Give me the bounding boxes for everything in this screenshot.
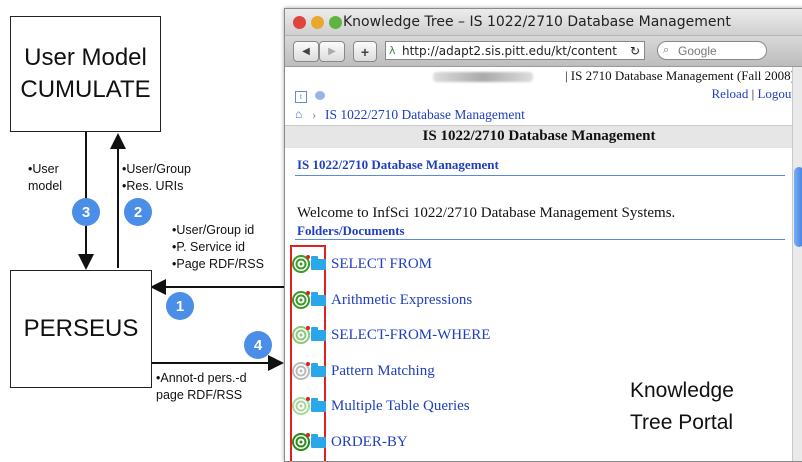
- toggle-icon[interactable]: t: [295, 91, 307, 103]
- browser-window: Knowledge Tree – IS 1022/2710 Database M…: [284, 8, 802, 462]
- perseus-title: PERSEUS: [23, 315, 139, 342]
- progress-highlight-box: [290, 245, 326, 461]
- minimize-button[interactable]: [311, 16, 324, 29]
- home-icon[interactable]: ⌂: [295, 107, 302, 122]
- folder-item-label[interactable]: SELECT-FROM-WHERE: [331, 327, 490, 344]
- reload-link[interactable]: Reload | Logout: [712, 86, 796, 102]
- portal-caption: Knowledge Tree Portal: [630, 375, 734, 439]
- search-placeholder: Google: [678, 43, 717, 58]
- vertical-scrollbar[interactable]: [792, 67, 802, 461]
- forward-button[interactable]: ▶: [319, 41, 345, 62]
- folder-icon: [311, 362, 326, 377]
- title-bar: Knowledge Tree – IS 1022/2710 Database M…: [285, 9, 802, 36]
- label-user-model: •User model: [28, 162, 63, 193]
- close-button[interactable]: [293, 16, 306, 29]
- page-title: IS 1022/2710 Database Management: [422, 128, 656, 144]
- label-request: •User/Group id •P. Service id •Page RDF/…: [172, 223, 264, 271]
- user-model-subtitle: CUMULATE: [20, 76, 151, 103]
- logout-link[interactable]: Logout: [757, 86, 795, 101]
- progress-target-icon: [292, 326, 310, 344]
- address-url: http://adapt2.sis.pitt.edu/kt/content: [402, 43, 617, 58]
- folder-item[interactable]: SELECT-FROM-WHERE: [311, 327, 490, 344]
- welcome-text: Welcome to InfSci 1022/2710 Database Man…: [297, 205, 676, 221]
- add-bookmark-button[interactable]: +: [353, 41, 377, 62]
- refresh-icon[interactable]: ↻: [630, 44, 640, 58]
- folder-icon: [311, 327, 326, 341]
- user-model-title: User Model: [24, 44, 147, 71]
- breadcrumb-chevron: ›: [312, 107, 317, 122]
- page-content: | IS 2710 Database Management (Fall 2008…: [285, 67, 802, 461]
- progress-target-icon: [292, 255, 310, 273]
- progress-target-icon: [292, 290, 310, 309]
- address-bar[interactable]: λ http://adapt2.sis.pitt.edu/kt/content …: [385, 41, 645, 60]
- back-button[interactable]: ◀: [293, 41, 319, 62]
- folder-item[interactable]: ORDER-BY: [311, 433, 408, 451]
- label-annotated: •Annot-d pers.-d page RDF/RSS: [156, 371, 247, 402]
- folder-item-label[interactable]: SELECT FROM: [331, 256, 432, 273]
- folder-item[interactable]: SELECT FROM: [311, 256, 432, 273]
- course-header: | IS 2710 Database Management (Fall 2008…: [564, 68, 795, 83]
- search-icon: ⌕: [663, 44, 670, 56]
- folder-icon: [311, 433, 326, 448]
- portal-caption-line1: Knowledge: [630, 379, 734, 402]
- badge-4: 4: [244, 331, 272, 359]
- folder-item[interactable]: Pattern Matching: [311, 362, 435, 380]
- folders-divider: [295, 239, 785, 240]
- breadcrumb[interactable]: IS 1022/2710 Database Management: [325, 107, 525, 123]
- badge-3: 3: [72, 198, 100, 226]
- folder-item[interactable]: Arithmetic Expressions: [311, 291, 472, 309]
- page-icon: λ: [389, 44, 396, 57]
- blurred-username: [433, 72, 533, 82]
- badge-1: 1: [166, 292, 194, 320]
- user-model-box: User Model CUMULATE: [10, 16, 161, 132]
- folder-icon: [311, 256, 326, 270]
- portal-caption-line2: Tree Portal: [630, 411, 734, 434]
- reload-link-text[interactable]: Reload: [712, 86, 749, 101]
- folder-item-label[interactable]: Arithmetic Expressions: [331, 292, 472, 309]
- folders-title[interactable]: Folders/Documents: [297, 223, 405, 239]
- section-title[interactable]: IS 1022/2710 Database Management: [297, 157, 499, 173]
- chat-icon[interactable]: [315, 91, 325, 100]
- folder-item-label[interactable]: Pattern Matching: [331, 363, 435, 380]
- perseus-box: PERSEUS: [10, 270, 152, 388]
- folder-item[interactable]: Multiple Table Queries: [311, 398, 470, 415]
- folder-item-label[interactable]: Multiple Table Queries: [331, 398, 470, 415]
- badge-2: 2: [124, 198, 152, 226]
- progress-target-icon: [292, 432, 310, 451]
- folder-item-label[interactable]: ORDER-BY: [331, 434, 408, 451]
- folder-icon: [311, 398, 326, 412]
- window-title: Knowledge Tree – IS 1022/2710 Database M…: [343, 14, 731, 30]
- progress-target-icon: [292, 397, 310, 415]
- toolbar: ◀ ▶ + λ http://adapt2.sis.pitt.edu/kt/co…: [285, 36, 802, 67]
- zoom-button[interactable]: [329, 16, 342, 29]
- section-divider: [295, 175, 785, 176]
- folder-icon: [311, 291, 326, 306]
- link-separator: |: [751, 86, 755, 101]
- label-user-group-res: •User/Group •Res. URIs: [122, 162, 191, 193]
- search-field[interactable]: ⌕ Google: [657, 41, 767, 60]
- scrollbar-thumb[interactable]: [794, 167, 802, 247]
- progress-target-icon: [292, 361, 310, 380]
